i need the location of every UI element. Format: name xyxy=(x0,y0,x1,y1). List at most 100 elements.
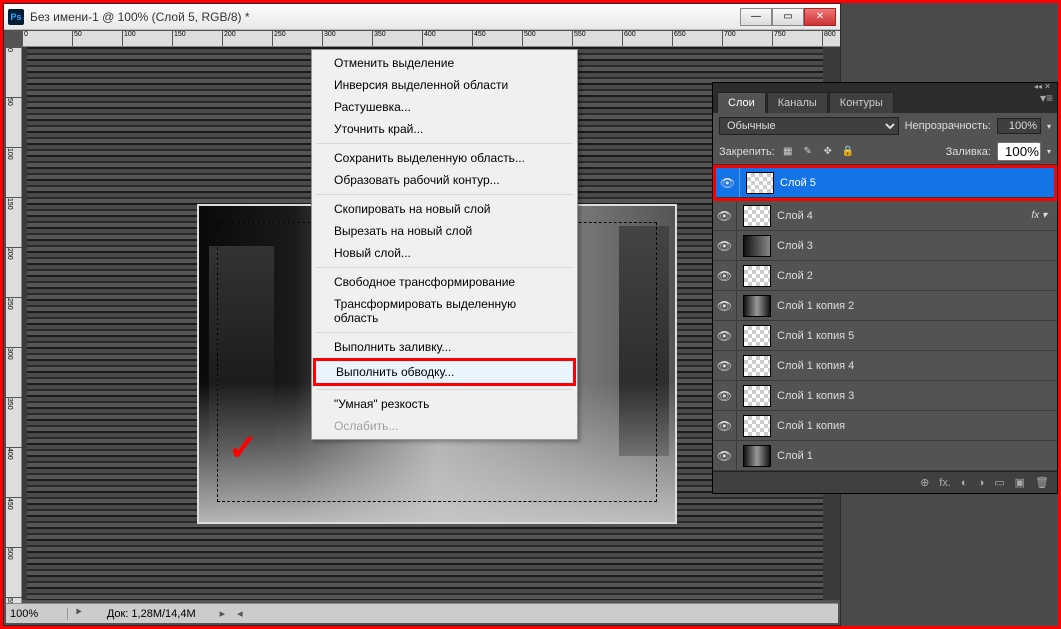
visibility-eye-icon[interactable]: 👁 xyxy=(716,168,740,197)
scroll-left-icon[interactable]: ◂ xyxy=(231,607,249,620)
document-size-info: Док: 1,28M/14,4M xyxy=(89,608,214,620)
ruler-tick: 100 xyxy=(122,31,136,47)
menu-fill[interactable]: Выполнить заливку... xyxy=(314,336,575,358)
tab-paths[interactable]: Контуры xyxy=(829,92,894,113)
layer-thumbnail[interactable] xyxy=(743,355,771,377)
layer-row[interactable]: 👁 Слой 3 xyxy=(713,231,1057,261)
layer-row[interactable]: 👁 Слой 1 копия 5 xyxy=(713,321,1057,351)
layer-name-label[interactable]: Слой 1 копия xyxy=(777,420,1057,432)
statusbar-arrow-icon[interactable]: ▸ xyxy=(214,607,232,620)
layer-thumbnail[interactable] xyxy=(743,415,771,437)
ruler-tick: 350 xyxy=(6,397,22,410)
layer-thumbnail[interactable] xyxy=(746,172,774,194)
layer-row[interactable]: 👁 Слой 1 копия 3 xyxy=(713,381,1057,411)
menu-free-transform[interactable]: Свободное трансформирование xyxy=(314,271,575,293)
layer-name-label[interactable]: Слой 3 xyxy=(777,240,1057,252)
link-layers-icon[interactable]: ⊕ xyxy=(920,476,929,489)
layer-row[interactable]: 👁 Слой 2 xyxy=(713,261,1057,291)
annotation-checkmark: ✓ xyxy=(228,427,258,469)
visibility-eye-icon[interactable]: 👁 xyxy=(713,261,737,290)
menu-separator xyxy=(316,267,573,268)
visibility-eye-icon[interactable]: 👁 xyxy=(713,291,737,320)
tab-layers[interactable]: Слои xyxy=(717,92,766,113)
panel-menu-icon[interactable]: ▾≡ xyxy=(1040,91,1053,105)
dropdown-arrow-icon[interactable]: ▾ xyxy=(1047,147,1051,156)
menu-stroke[interactable]: Выполнить обводку... xyxy=(316,361,573,383)
layer-name-label[interactable]: Слой 1 копия 4 xyxy=(777,360,1057,372)
layer-name-label[interactable]: Слой 1 xyxy=(777,450,1057,462)
group-icon[interactable]: ▭ xyxy=(994,476,1004,489)
dropdown-arrow-icon[interactable]: ▾ xyxy=(1047,122,1051,131)
context-menu: Отменить выделение Инверсия выделенной о… xyxy=(311,49,578,440)
menu-refine-edge[interactable]: Уточнить край... xyxy=(314,118,575,140)
visibility-eye-icon[interactable]: 👁 xyxy=(713,201,737,230)
close-button[interactable]: ✕ xyxy=(804,8,836,26)
layer-name-label[interactable]: Слой 1 копия 5 xyxy=(777,330,1057,342)
lock-position-icon[interactable]: ✥ xyxy=(821,145,835,159)
layer-style-icon[interactable]: fx. xyxy=(939,477,951,489)
ruler-tick: 750 xyxy=(772,31,786,47)
lock-pixels-icon[interactable]: ✎ xyxy=(801,145,815,159)
ruler-tick: 450 xyxy=(472,31,486,47)
minimize-button[interactable]: — xyxy=(740,8,772,26)
menu-inverse[interactable]: Инверсия выделенной области xyxy=(314,74,575,96)
statusbar-arrow-icon[interactable]: ⯈ xyxy=(68,607,89,620)
fill-input[interactable] xyxy=(997,142,1041,161)
menu-make-work-path[interactable]: Образовать рабочий контур... xyxy=(314,169,575,191)
visibility-eye-icon[interactable]: 👁 xyxy=(713,231,737,260)
menu-save-selection[interactable]: Сохранить выделенную область... xyxy=(314,147,575,169)
menu-copy-layer[interactable]: Скопировать на новый слой xyxy=(314,198,575,220)
ruler-tick: 400 xyxy=(6,447,22,460)
visibility-eye-icon[interactable]: 👁 xyxy=(713,351,737,380)
zoom-display[interactable]: 100% xyxy=(6,608,68,620)
layer-name-label[interactable]: Слой 1 копия 2 xyxy=(777,300,1057,312)
menu-transform-selection[interactable]: Трансформировать выделенную область xyxy=(314,293,575,329)
blend-mode-select[interactable]: Обычные xyxy=(719,117,899,135)
layer-thumbnail[interactable] xyxy=(743,205,771,227)
layer-row[interactable]: 👁 Слой 1 копия 4 xyxy=(713,351,1057,381)
layer-row[interactable]: 👁 Слой 1 копия 2 xyxy=(713,291,1057,321)
visibility-eye-icon[interactable]: 👁 xyxy=(713,381,737,410)
layer-name-label[interactable]: Слой 4 xyxy=(777,210,1031,222)
layer-thumbnail[interactable] xyxy=(743,325,771,347)
visibility-eye-icon[interactable]: 👁 xyxy=(713,441,737,470)
layer-thumbnail[interactable] xyxy=(743,295,771,317)
ruler-tick: 150 xyxy=(172,31,186,47)
layer-name-label[interactable]: Слой 2 xyxy=(777,270,1057,282)
maximize-button[interactable]: ▭ xyxy=(772,8,804,26)
lock-all-icon[interactable]: 🔒 xyxy=(841,145,855,159)
opacity-label: Непрозрачность: xyxy=(905,120,991,132)
ruler-tick: 200 xyxy=(6,247,22,260)
layer-thumbnail[interactable] xyxy=(743,445,771,467)
layer-name-label[interactable]: Слой 5 xyxy=(780,177,1054,189)
visibility-eye-icon[interactable]: 👁 xyxy=(713,321,737,350)
menu-new-layer[interactable]: Новый слой... xyxy=(314,242,575,264)
layer-row[interactable]: 👁 Слой 1 копия xyxy=(713,411,1057,441)
menu-smart-sharpen[interactable]: "Умная" резкость xyxy=(314,393,575,415)
menu-feather[interactable]: Растушевка... xyxy=(314,96,575,118)
layer-thumbnail[interactable] xyxy=(743,235,771,257)
layer-name-label[interactable]: Слой 1 копия 3 xyxy=(777,390,1057,402)
opacity-input[interactable] xyxy=(997,118,1041,134)
layer-row[interactable]: 👁 Слой 5 xyxy=(716,168,1054,198)
ruler-tick: 800 xyxy=(822,31,836,47)
lock-transparency-icon[interactable]: ▦ xyxy=(781,145,795,159)
layer-thumbnail[interactable] xyxy=(743,265,771,287)
layers-list: 👁 Слой 5 👁 Слой 4fx ▾ 👁 Слой 3 👁 Слой 2 👁 Слой 1 … xyxy=(713,165,1057,471)
visibility-eye-icon[interactable]: 👁 xyxy=(713,411,737,440)
new-layer-icon[interactable]: ▣ xyxy=(1015,476,1025,489)
ruler-tick: 500 xyxy=(522,31,536,47)
fx-badge[interactable]: fx ▾ xyxy=(1031,210,1057,221)
menu-deselect[interactable]: Отменить выделение xyxy=(314,52,575,74)
layer-row[interactable]: 👁 Слой 4fx ▾ xyxy=(713,201,1057,231)
annotation-highlight: Выполнить обводку... xyxy=(313,358,576,386)
trash-icon[interactable]: 🗑 xyxy=(1035,476,1049,489)
menu-cut-layer[interactable]: Вырезать на новый слой xyxy=(314,220,575,242)
ruler-tick: 650 xyxy=(672,31,686,47)
layer-mask-icon[interactable]: ◐ xyxy=(961,477,968,489)
tab-channels[interactable]: Каналы xyxy=(767,92,828,113)
adjustment-layer-icon[interactable]: ◑ xyxy=(978,477,985,489)
layer-row[interactable]: 👁 Слой 1 xyxy=(713,441,1057,471)
window-title: Без имени-1 @ 100% (Слой 5, RGB/8) * xyxy=(30,10,740,24)
layer-thumbnail[interactable] xyxy=(743,385,771,407)
